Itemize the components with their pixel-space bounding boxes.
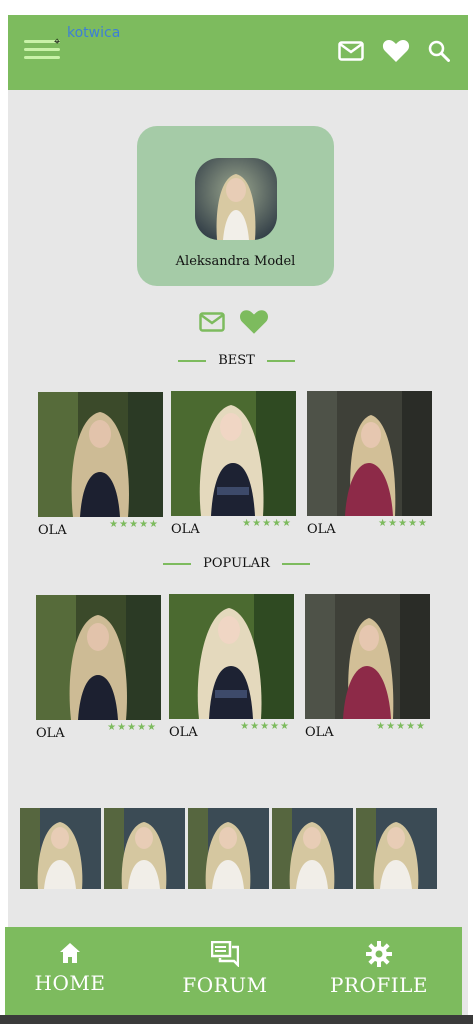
gear-icon [366,941,392,967]
model-photo [305,594,430,719]
rating-stars: ★★★★★ [242,518,292,529]
rating-stars: ★★★★★ [378,518,428,529]
nav-home[interactable]: HOME [10,941,130,995]
model-name: OLA [171,522,200,537]
profile-name: Aleksandra Model [175,254,296,269]
model-name: OLA [305,725,334,740]
device-bottom-edge [0,1015,473,1024]
model-name: OLA [36,726,65,741]
nav-forum[interactable]: FORUM [165,941,285,997]
model-photo [307,391,432,516]
model-name: OLA [38,523,67,538]
best-card-1[interactable]: OLA ★★★★★ [38,392,163,538]
rating-stars: ★★★★★ [376,721,426,732]
section-title-popular: POPULAR [0,556,473,571]
anchor-link[interactable]: kotwica [67,25,120,41]
thumbnail[interactable] [188,808,269,889]
popular-card-1[interactable]: OLA ★★★★★ [36,595,161,741]
model-photo [36,595,161,720]
heart-icon[interactable] [382,39,410,63]
model-photo [169,594,294,719]
nav-home-label: HOME [34,971,106,995]
nav-profile[interactable]: PROFILE [319,941,439,997]
thumbnail[interactable] [356,808,437,889]
model-photo [38,392,163,517]
top-bar: ⌖ kotwica [8,15,468,90]
bottom-nav: HOME FORUM PROFILE [5,927,462,1015]
section-title-best: BEST [0,353,473,368]
nav-forum-label: FORUM [182,973,268,997]
thumbnail[interactable] [20,808,101,889]
rating-stars: ★★★★★ [109,519,159,530]
mail-icon[interactable] [338,41,364,61]
best-card-3[interactable]: OLA ★★★★★ [307,391,432,537]
thumbnail[interactable] [272,808,353,889]
message-icon[interactable] [199,312,225,332]
anchor-marker: ⌖ [54,35,61,48]
thumbnail-strip [20,808,437,889]
model-name: OLA [169,725,198,740]
avatar [195,158,277,240]
like-icon[interactable] [239,309,269,335]
popular-card-2[interactable]: OLA ★★★★★ [169,594,294,740]
nav-profile-label: PROFILE [329,973,429,997]
forum-icon [211,941,239,967]
rating-stars: ★★★★★ [107,722,157,733]
profile-card[interactable]: Aleksandra Model [137,126,334,286]
model-photo [171,391,296,516]
model-name: OLA [307,522,336,537]
popular-card-3[interactable]: OLA ★★★★★ [305,594,430,740]
home-icon [60,943,80,963]
best-card-2[interactable]: OLA ★★★★★ [171,391,296,537]
search-icon[interactable] [428,40,450,62]
thumbnail[interactable] [104,808,185,889]
rating-stars: ★★★★★ [240,721,290,732]
